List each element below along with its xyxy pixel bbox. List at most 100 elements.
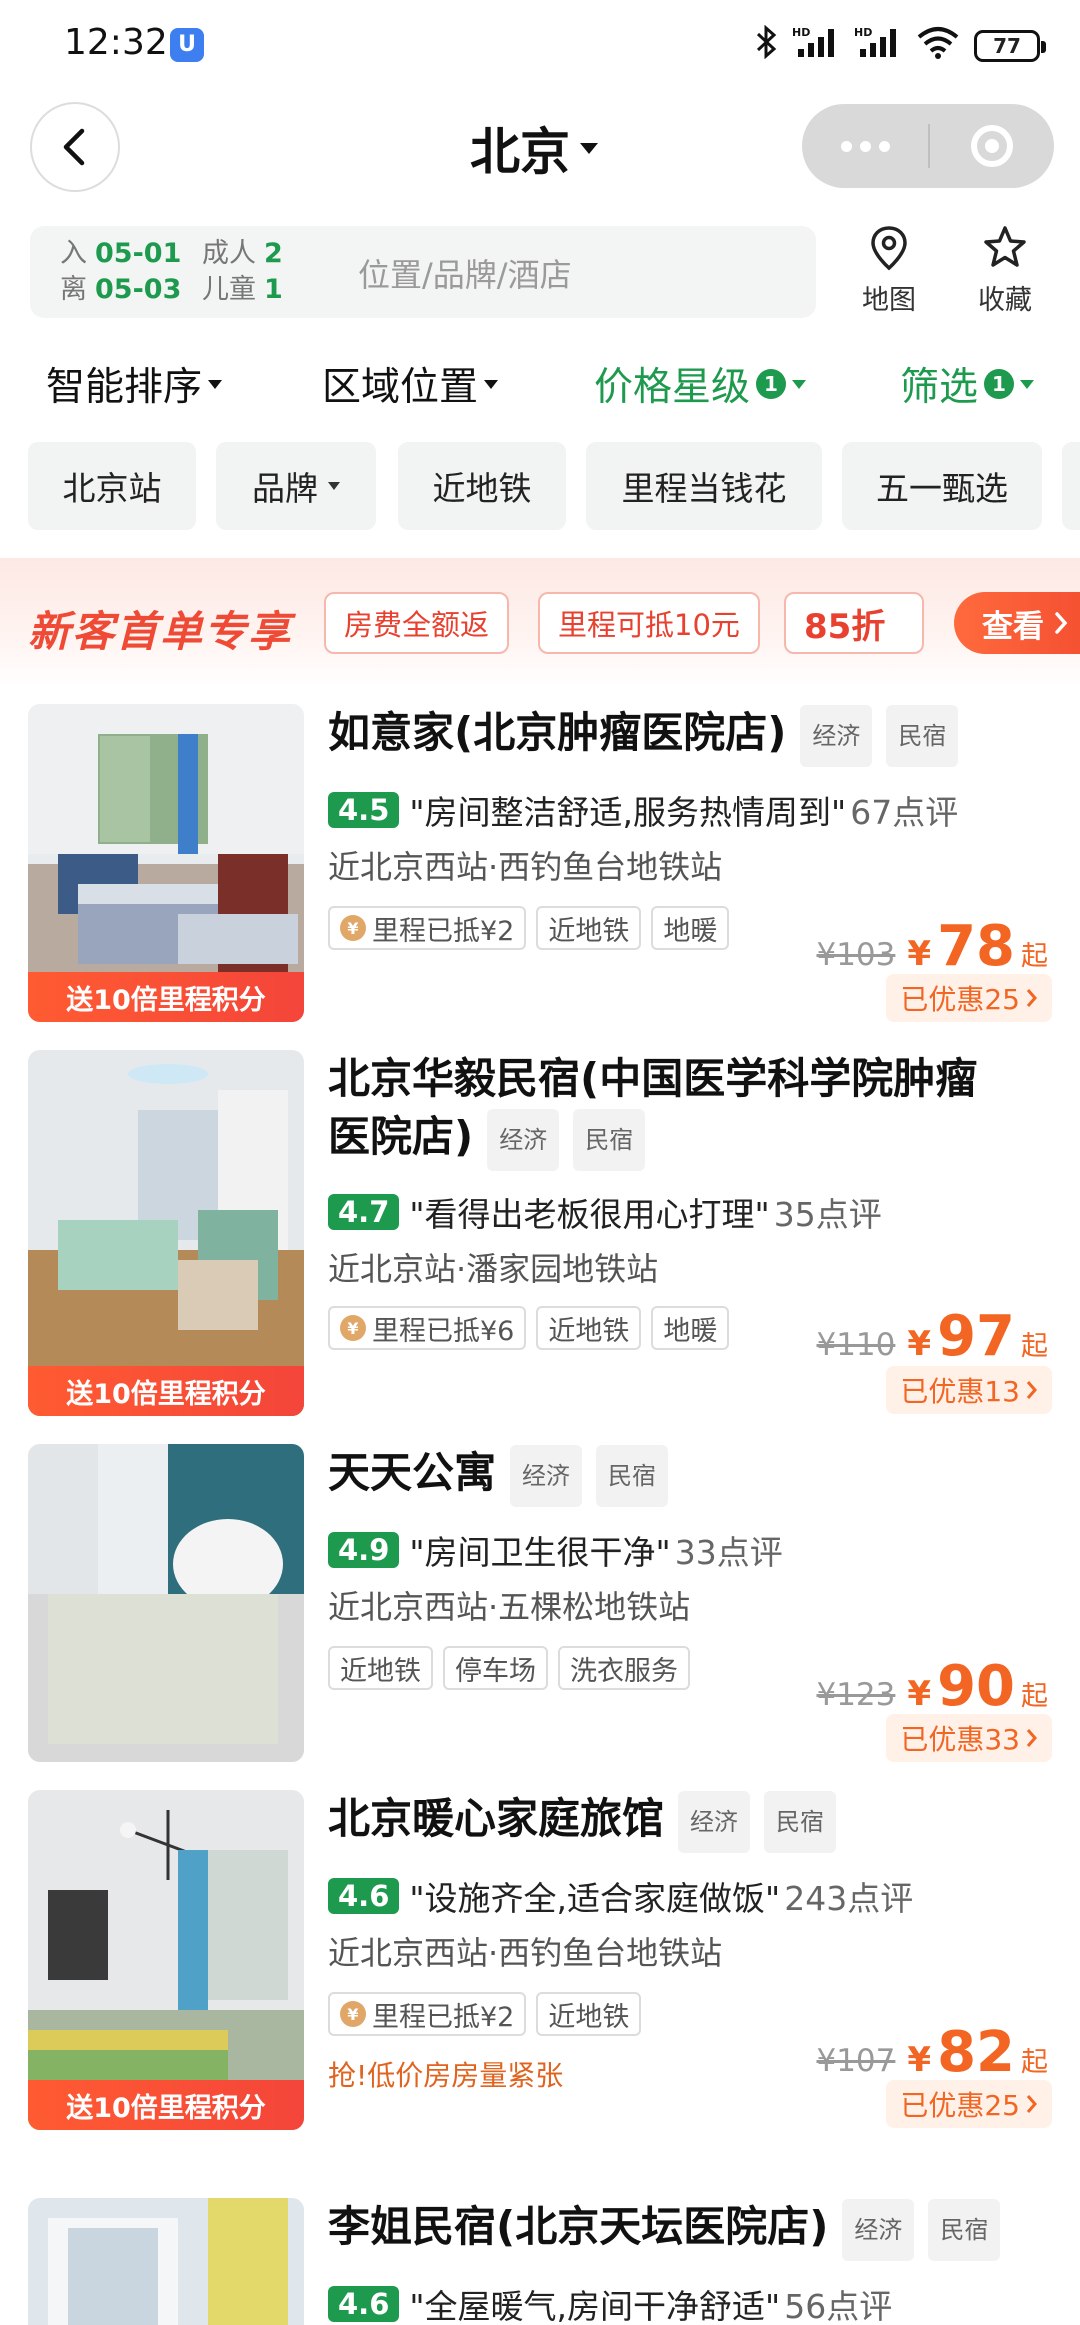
adults-count: 2 xyxy=(264,238,283,269)
sort-area[interactable]: 区域位置 xyxy=(322,356,499,412)
discount-text: 已优惠25 xyxy=(900,2089,1020,2122)
favorites-button[interactable]: 收藏 xyxy=(950,224,1060,317)
hotel-photo[interactable] xyxy=(28,1444,304,1762)
currency-symbol: ¥ xyxy=(907,1324,932,1364)
quick-tag-label: 北京站 xyxy=(62,469,162,508)
promo-view-button[interactable]: 查看 xyxy=(954,592,1080,654)
caret-down-icon xyxy=(792,379,807,389)
feature-tags: 近地铁 停车场 洗衣服务 xyxy=(328,1646,690,1690)
quick-tag-may-day[interactable]: 五一甄选 xyxy=(842,442,1042,530)
hotel-card-ruyijia[interactable]: 送10倍里程积分 如意家(北京肿瘤医院店) 经济 民宿 4.5 "房间整洁舒适,服务… xyxy=(0,704,1080,1022)
current-price: 90 xyxy=(937,1654,1015,1719)
quick-tag-near-subway[interactable]: 近地铁 xyxy=(398,442,566,530)
hotel-card-nuanxin[interactable]: 送10倍里程积分 北京暖心家庭旅馆 经济 民宿 4.6 "设施齐全,适合家庭做饭" … xyxy=(0,1790,1080,2130)
currency-symbol: ¥ xyxy=(907,934,932,974)
hotel-name[interactable]: 北京暖心家庭旅馆 经济 民宿 xyxy=(328,1790,837,1853)
sort-price-star[interactable]: 价格星级 1 xyxy=(594,356,807,412)
promo-chip: 85折 xyxy=(784,592,924,654)
quick-tag-overflow[interactable] xyxy=(1062,442,1080,530)
hotel-card-tiantian[interactable]: 天天公寓 经济 民宿 4.9 "房间卫生很干净" 33点评 近北京西站·五棵松地铁站… xyxy=(0,1444,1080,1762)
price-line: ¥107 ¥82 起 xyxy=(816,2020,1048,2085)
hotel-card-huayi[interactable]: 送10倍里程积分 北京华毅民宿(中国医学科学院肿瘤 医院店) 经济 民宿 4.7 "… xyxy=(0,1050,1080,1416)
feature-tag: 近地铁 xyxy=(536,1306,642,1350)
review-quote: "设施齐全,适合家庭做饭" xyxy=(409,1879,781,1918)
review-count: 33点评 xyxy=(674,1533,783,1572)
bluetooth-icon xyxy=(756,24,778,67)
close-miniprogram-button[interactable] xyxy=(930,104,1054,188)
children-count: 1 xyxy=(264,274,283,305)
signal-icon-2: HD xyxy=(854,25,902,67)
hotel-card-lijie[interactable]: 李姐民宿(北京天坛医院店) 经济 民宿 4.6 "全屋暖气,房间干净舒适" 56点评 xyxy=(0,2198,1080,2325)
type-tag: 民宿 xyxy=(928,2198,1001,2261)
hotel-name-text: 天天公寓 xyxy=(328,1448,497,1497)
quick-tag-label: 五一甄选 xyxy=(876,469,1008,508)
date-selector[interactable]: 入 05-01 离 05-03 xyxy=(60,236,181,308)
hotel-photo[interactable]: 送10倍里程积分 xyxy=(28,704,304,1022)
discount-badge[interactable]: 已优惠33 xyxy=(886,1714,1052,1762)
quick-tag-brand[interactable]: 品牌 xyxy=(216,442,376,530)
rating-line: 4.5 "房间整洁舒适,服务热情周到" 67点评 xyxy=(328,786,958,834)
hotel-name-text: 如意家(北京肿瘤医院店) xyxy=(328,708,787,757)
chevron-right-icon xyxy=(1055,612,1068,634)
quick-tag-label: 近地铁 xyxy=(432,469,532,508)
discount-badge[interactable]: 已优惠25 xyxy=(886,974,1052,1022)
notification-app-icon: U xyxy=(170,28,204,62)
chevron-right-icon xyxy=(1026,989,1037,1007)
hotel-name[interactable]: 北京华毅民宿(中国医学科学院肿瘤 医院店) 经济 民宿 xyxy=(328,1050,977,1171)
type-tag: 经济 xyxy=(678,1790,751,1853)
caret-down-icon xyxy=(580,142,598,154)
type-tag: 民宿 xyxy=(886,704,959,767)
mileage-points-ribbon: 送10倍里程积分 xyxy=(28,2080,304,2130)
guest-selector[interactable]: 成人 2 儿童 1 xyxy=(202,236,283,308)
feature-tag: 地暖 xyxy=(651,906,730,950)
price-from-label: 起 xyxy=(1021,941,1048,972)
discount-badge[interactable]: 已优惠13 xyxy=(886,1366,1052,1414)
type-tag: 经济 xyxy=(487,1108,560,1171)
more-options-button[interactable] xyxy=(802,104,928,188)
feature-tag: 地暖 xyxy=(651,1306,730,1350)
quick-tag-beijing-station[interactable]: 北京站 xyxy=(28,442,196,530)
review-count: 56点评 xyxy=(784,2287,893,2325)
map-button[interactable]: 地图 xyxy=(834,224,944,317)
hotel-name[interactable]: 李姐民宿(北京天坛医院店) 经济 民宿 xyxy=(328,2198,1001,2261)
hotel-name[interactable]: 天天公寓 经济 民宿 xyxy=(328,1444,669,1507)
city-selector[interactable]: 北京 xyxy=(470,112,598,184)
battery-icon: 77 xyxy=(974,30,1046,62)
search-input[interactable]: 位置/品牌/酒店 xyxy=(358,250,572,296)
type-tag: 民宿 xyxy=(573,1108,646,1171)
review-count: 67点评 xyxy=(850,793,959,832)
sort-filter[interactable]: 筛选 1 xyxy=(900,356,1035,412)
review-quote: "房间卫生很干净" xyxy=(409,1533,671,1572)
feature-tag: 近地铁 xyxy=(536,1992,642,2036)
new-customer-promo-banner[interactable]: 新客首单专享 房费全额返 里程可抵10元 85折 查看 xyxy=(0,558,1080,688)
mileage-deduct-tag: ¥ 里程已抵¥2 xyxy=(328,1992,527,2036)
back-button[interactable] xyxy=(30,102,120,192)
chevron-right-icon xyxy=(1026,1381,1037,1399)
discount-badge[interactable]: 已优惠25 xyxy=(886,2080,1052,2128)
hotel-name[interactable]: 如意家(北京肿瘤医院店) 经济 民宿 xyxy=(328,704,959,767)
currency-symbol: ¥ xyxy=(907,1674,932,1714)
sort-filter-label: 筛选 xyxy=(900,365,979,410)
target-circle-icon xyxy=(971,125,1013,167)
discount-text: 已优惠33 xyxy=(900,1723,1020,1756)
chevron-left-icon xyxy=(63,128,85,166)
status-time: 12:32 xyxy=(64,22,168,63)
star-icon xyxy=(984,226,1026,267)
hotel-name-text: 北京暖心家庭旅馆 xyxy=(328,1794,665,1843)
status-icons: HD HD 77 xyxy=(756,24,1046,67)
hotel-photo[interactable]: 送10倍里程积分 xyxy=(28,1790,304,2130)
original-price: ¥123 xyxy=(816,1677,896,1713)
dot-icon xyxy=(840,140,852,152)
hotel-photo[interactable] xyxy=(28,2198,304,2325)
quick-tag-mileage[interactable]: 里程当钱花 xyxy=(586,442,822,530)
caret-down-icon xyxy=(208,379,223,389)
score-badge: 4.5 xyxy=(328,792,400,828)
caret-down-icon xyxy=(328,482,340,490)
sort-smart[interactable]: 智能排序 xyxy=(46,356,223,412)
location-text: 近北京西站·西钓鱼台地铁站 xyxy=(328,1934,723,1972)
hotel-photo[interactable]: 送10倍里程积分 xyxy=(28,1050,304,1416)
chevron-right-icon xyxy=(1026,1729,1037,1747)
feature-tag: 近地铁 xyxy=(536,906,642,950)
search-bar[interactable]: 入 05-01 离 05-03 成人 2 儿童 1 位置/品牌/酒店 xyxy=(30,226,816,318)
adults-label: 成人 xyxy=(202,238,256,269)
